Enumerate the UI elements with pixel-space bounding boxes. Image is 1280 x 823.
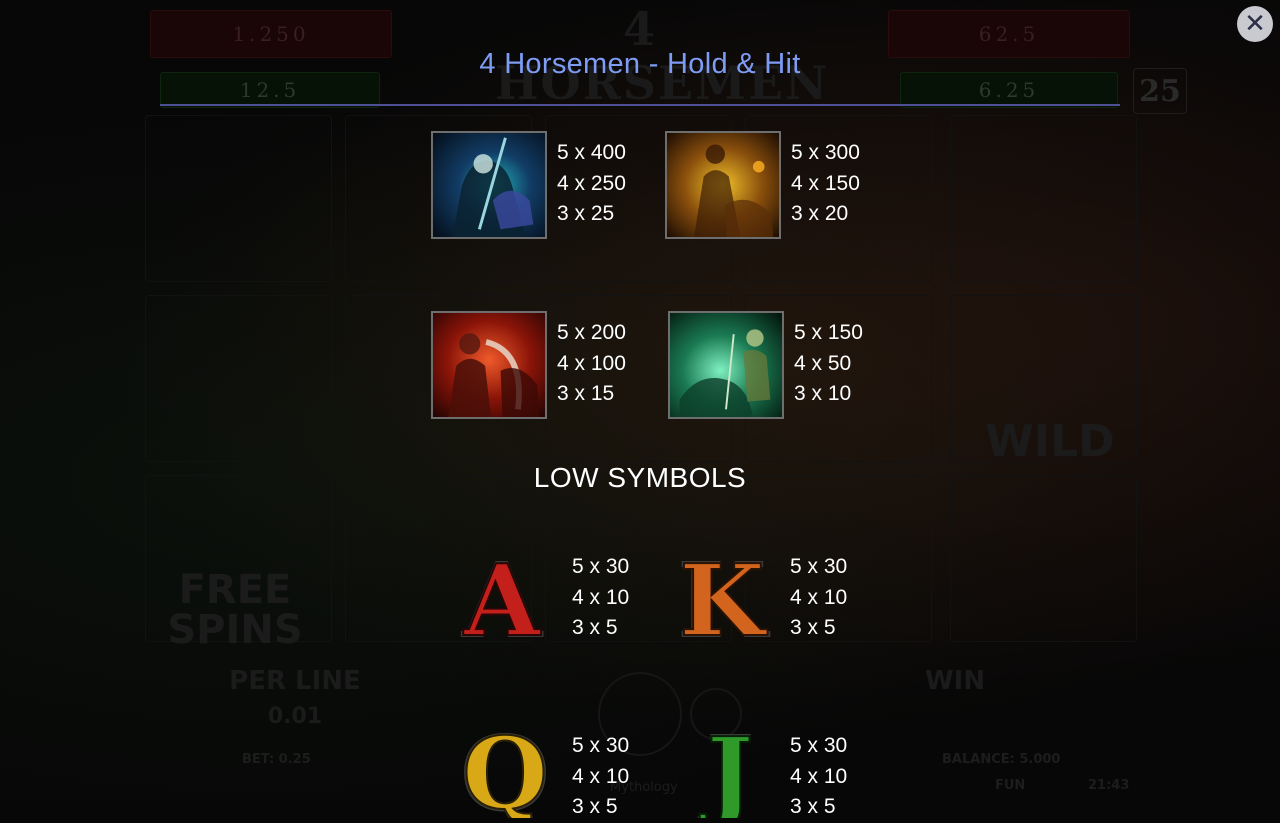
letter-q-icon: Q Q bbox=[455, 718, 555, 818]
pay-line: 5 x 400 bbox=[557, 141, 626, 164]
title-divider bbox=[160, 104, 1120, 106]
pay-line: 3 x 5 bbox=[572, 616, 618, 639]
pestilence-paytable: 5 x 150 4 x 50 3 x 10 bbox=[794, 318, 863, 410]
letter-a-paytable: 5 x 30 4 x 10 3 x 5 bbox=[572, 552, 629, 644]
letter-k-icon: K K bbox=[672, 545, 772, 645]
pay-line: 4 x 50 bbox=[794, 351, 852, 375]
pestilence-horseman-icon bbox=[668, 311, 784, 419]
pay-line: 5 x 30 bbox=[790, 555, 848, 578]
war-paytable: 5 x 200 4 x 100 3 x 15 bbox=[557, 318, 626, 410]
war-horseman-icon bbox=[431, 311, 547, 419]
pay-line: 4 x 100 bbox=[557, 351, 626, 375]
svg-text:Q: Q bbox=[462, 718, 547, 818]
paytable-title: 4 Horsemen - Hold & Hit bbox=[479, 48, 801, 80]
pay-line: 5 x 150 bbox=[794, 321, 863, 344]
death-horseman-icon bbox=[431, 131, 547, 239]
svg-text:J: J bbox=[699, 718, 753, 818]
pay-line: 4 x 250 bbox=[557, 171, 626, 195]
close-icon: ✕ bbox=[1244, 9, 1266, 39]
pay-line: 4 x 10 bbox=[790, 764, 848, 788]
famine-horseman-icon bbox=[665, 131, 781, 239]
pay-line: 5 x 30 bbox=[572, 555, 630, 578]
letter-q-paytable: 5 x 30 4 x 10 3 x 5 bbox=[572, 731, 629, 823]
pay-line: 4 x 10 bbox=[572, 585, 630, 609]
pay-line: 4 x 150 bbox=[791, 171, 860, 195]
letter-a-icon: A A bbox=[452, 545, 552, 645]
pay-line: 5 x 30 bbox=[572, 734, 630, 757]
letter-j-icon: J J bbox=[680, 718, 780, 818]
pay-line: 3 x 5 bbox=[790, 795, 836, 818]
pay-line: 4 x 10 bbox=[572, 764, 630, 788]
paytable-overlay: 4 Horsemen - Hold & Hit ✕ 5 x 400 4 x 25… bbox=[0, 0, 1280, 818]
pay-line: 3 x 5 bbox=[572, 795, 618, 818]
low-symbols-heading: LOW SYMBOLS bbox=[533, 462, 747, 493]
pay-line: 4 x 10 bbox=[790, 585, 848, 609]
letter-j-paytable: 5 x 30 4 x 10 3 x 5 bbox=[790, 731, 847, 823]
svg-text:A: A bbox=[463, 545, 542, 645]
pay-line: 3 x 20 bbox=[791, 202, 849, 225]
death-paytable: 5 x 400 4 x 250 3 x 25 bbox=[557, 138, 626, 230]
pay-line: 5 x 300 bbox=[791, 141, 860, 164]
svg-text:K: K bbox=[679, 545, 768, 645]
pay-line: 3 x 15 bbox=[557, 382, 615, 405]
pay-line: 5 x 200 bbox=[557, 321, 626, 344]
pay-line: 3 x 5 bbox=[790, 616, 836, 639]
pay-line: 5 x 30 bbox=[790, 734, 848, 757]
close-button[interactable]: ✕ bbox=[1237, 6, 1273, 42]
letter-k-paytable: 5 x 30 4 x 10 3 x 5 bbox=[790, 552, 847, 644]
pay-line: 3 x 10 bbox=[794, 382, 852, 405]
pay-line: 3 x 25 bbox=[557, 202, 615, 225]
famine-paytable: 5 x 300 4 x 150 3 x 20 bbox=[791, 138, 860, 230]
